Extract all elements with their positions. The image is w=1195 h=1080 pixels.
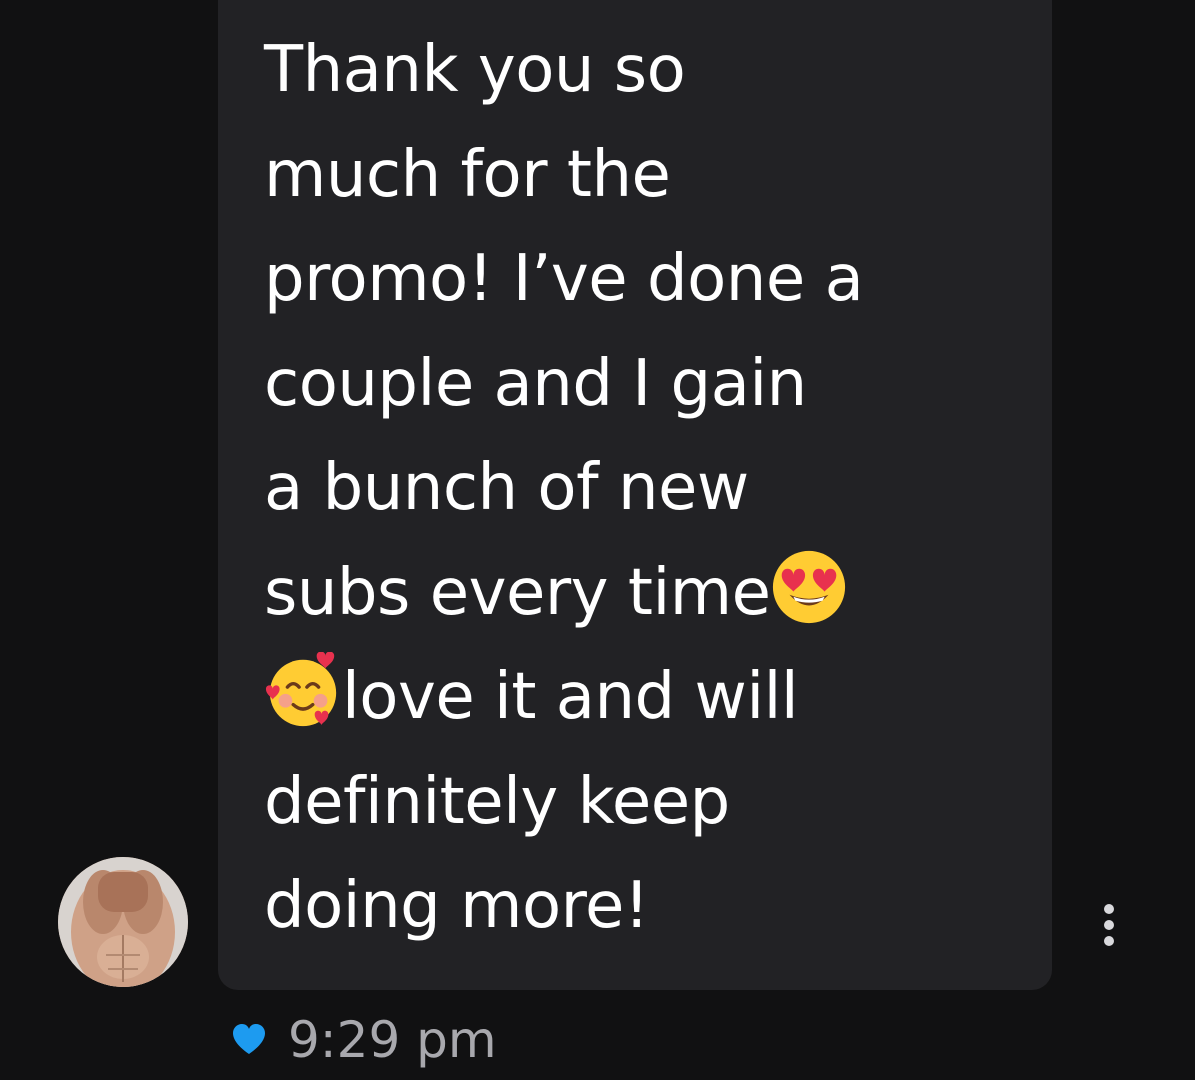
chat-screen: Thank you so much for the promo! I’ve do… (0, 0, 1195, 1080)
more-options-dot (1104, 904, 1114, 914)
message-timestamp: 9:29 pm (288, 1011, 497, 1069)
more-options-dot (1104, 920, 1114, 930)
message-row: Thank you so much for the promo! I’ve do… (0, 0, 1195, 1000)
avatar-image (58, 857, 188, 987)
message-text: Thank you so much for the promo! I’ve do… (264, 18, 1024, 959)
smiling-face-with-heart-eyes-icon (773, 550, 846, 623)
more-options-dot (1104, 936, 1114, 946)
smiling-face-with-hearts-icon (265, 652, 337, 727)
message-text-part: love it and will definitely keep doing m… (264, 660, 799, 943)
heart-icon[interactable] (232, 1023, 266, 1057)
more-options-icon[interactable] (1098, 904, 1120, 946)
message-meta: 9:29 pm (232, 1010, 497, 1070)
avatar[interactable] (58, 857, 188, 987)
message-text-part: Thank you so much for the promo! I’ve do… (264, 33, 864, 630)
